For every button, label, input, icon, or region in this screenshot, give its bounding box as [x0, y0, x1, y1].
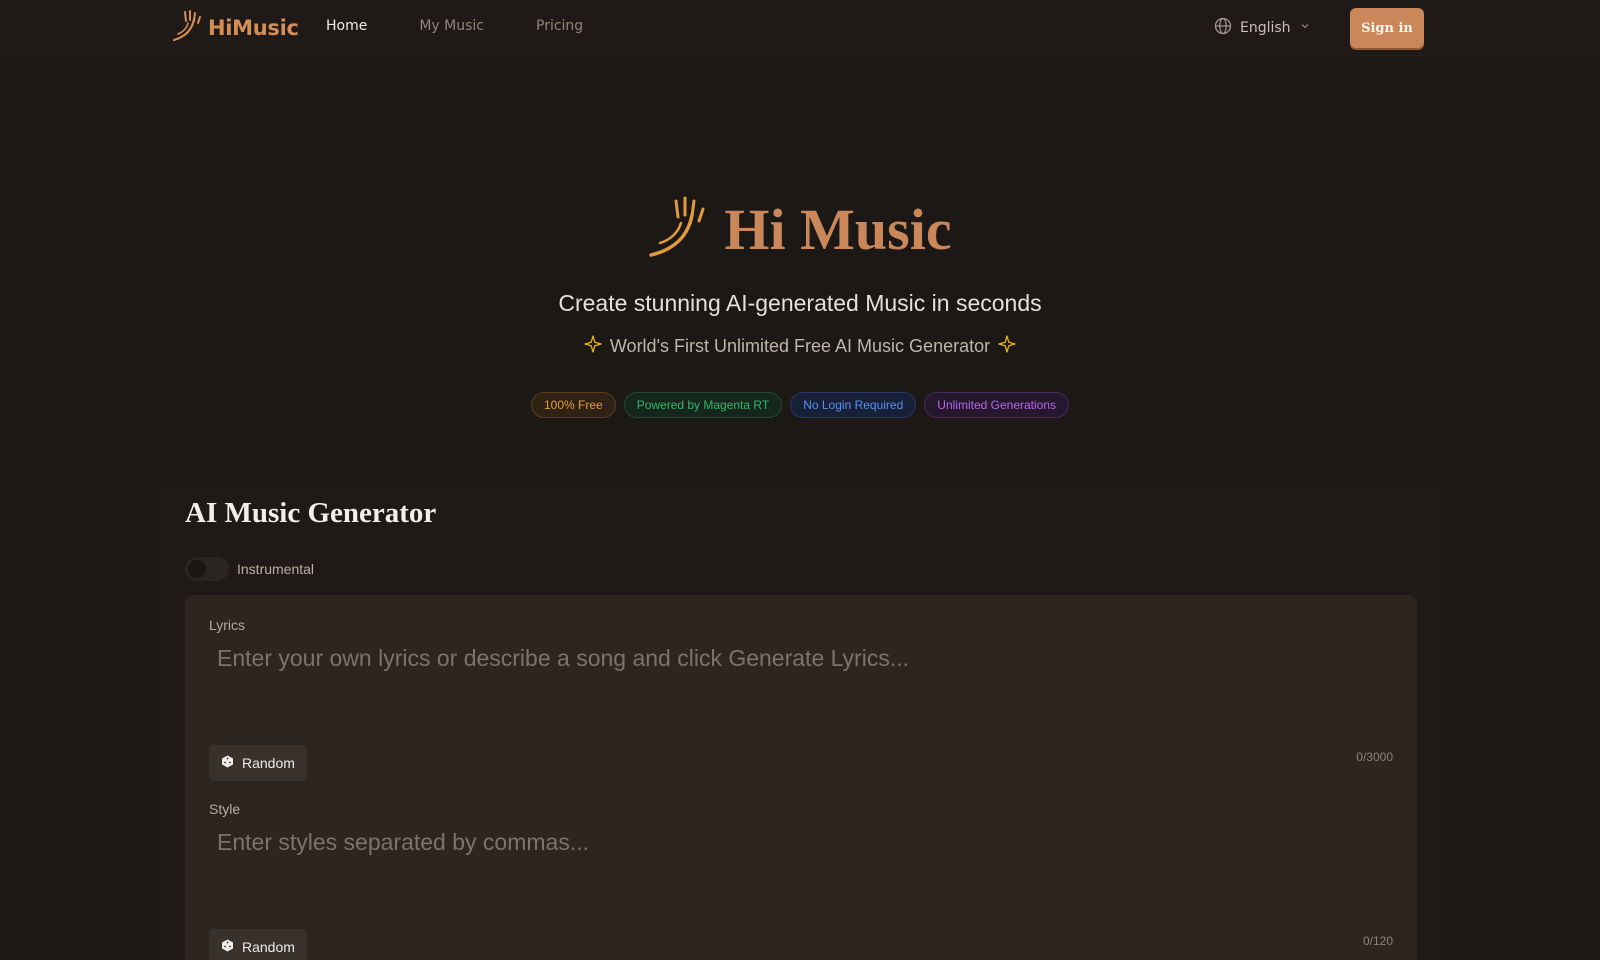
hero-heading: Hi Music: [724, 197, 952, 262]
dice-icon: [221, 755, 234, 771]
wave-hand-logo-icon: [172, 9, 202, 48]
nav-my-music[interactable]: My Music: [419, 18, 484, 34]
lyrics-random-button[interactable]: Random: [209, 745, 307, 781]
generator-title: AI Music Generator: [185, 497, 437, 529]
style-random-button[interactable]: Random: [209, 929, 307, 960]
sign-in-button[interactable]: Sign in: [1350, 8, 1424, 48]
feature-badges: 100% Free Powered by Magenta RT No Login…: [0, 392, 1600, 418]
language-selector[interactable]: English: [1214, 17, 1311, 39]
logo[interactable]: HiMusic: [172, 9, 299, 48]
main-nav: Home My Music Pricing: [326, 18, 635, 34]
hero-title: Hi Music: [0, 195, 1600, 264]
chevron-down-icon: [1299, 20, 1311, 36]
lyrics-random-label: Random: [242, 755, 295, 771]
lyrics-label: Lyrics: [209, 617, 246, 633]
logo-text: HiMusic: [208, 16, 299, 40]
nav-pricing[interactable]: Pricing: [536, 18, 583, 34]
input-panel: Lyrics Random 0/3000 Style Random 0/120: [185, 595, 1417, 960]
language-label: English: [1240, 20, 1291, 36]
instrumental-toggle[interactable]: [185, 557, 229, 581]
style-random-label: Random: [242, 939, 295, 955]
globe-icon: [1214, 17, 1232, 39]
dice-icon: [221, 939, 234, 955]
badge-free: 100% Free: [530, 392, 616, 418]
style-char-counter: 0/120: [1362, 934, 1393, 948]
hero-tagline: World's First Unlimited Free AI Music Ge…: [0, 335, 1600, 358]
hero-subtitle: Create stunning AI-generated Music in se…: [558, 290, 1042, 316]
nav-home[interactable]: Home: [326, 18, 367, 34]
instrumental-label: Instrumental: [237, 561, 315, 577]
style-input[interactable]: [209, 821, 1395, 901]
sparkle-icon: [998, 335, 1016, 358]
lyrics-char-counter: 0/3000: [1356, 750, 1393, 764]
tagline-text: World's First Unlimited Free AI Music Ge…: [609, 336, 991, 356]
lyrics-input[interactable]: [209, 637, 1395, 717]
badge-unlimited: Unlimited Generations: [924, 392, 1070, 418]
badge-no-login: No Login Required: [790, 392, 917, 418]
badge-magenta: Powered by Magenta RT: [623, 392, 783, 418]
top-header: HiMusic Home My Music Pricing English Si…: [0, 0, 1600, 56]
style-label: Style: [209, 801, 241, 817]
sparkle-icon: [584, 335, 602, 358]
wave-hand-hero-icon: [648, 195, 710, 264]
generator-card: AI Music Generator Instrumental Lyrics R…: [160, 482, 1440, 960]
toggle-knob: [188, 560, 206, 578]
instrumental-toggle-row: Instrumental: [185, 557, 314, 581]
